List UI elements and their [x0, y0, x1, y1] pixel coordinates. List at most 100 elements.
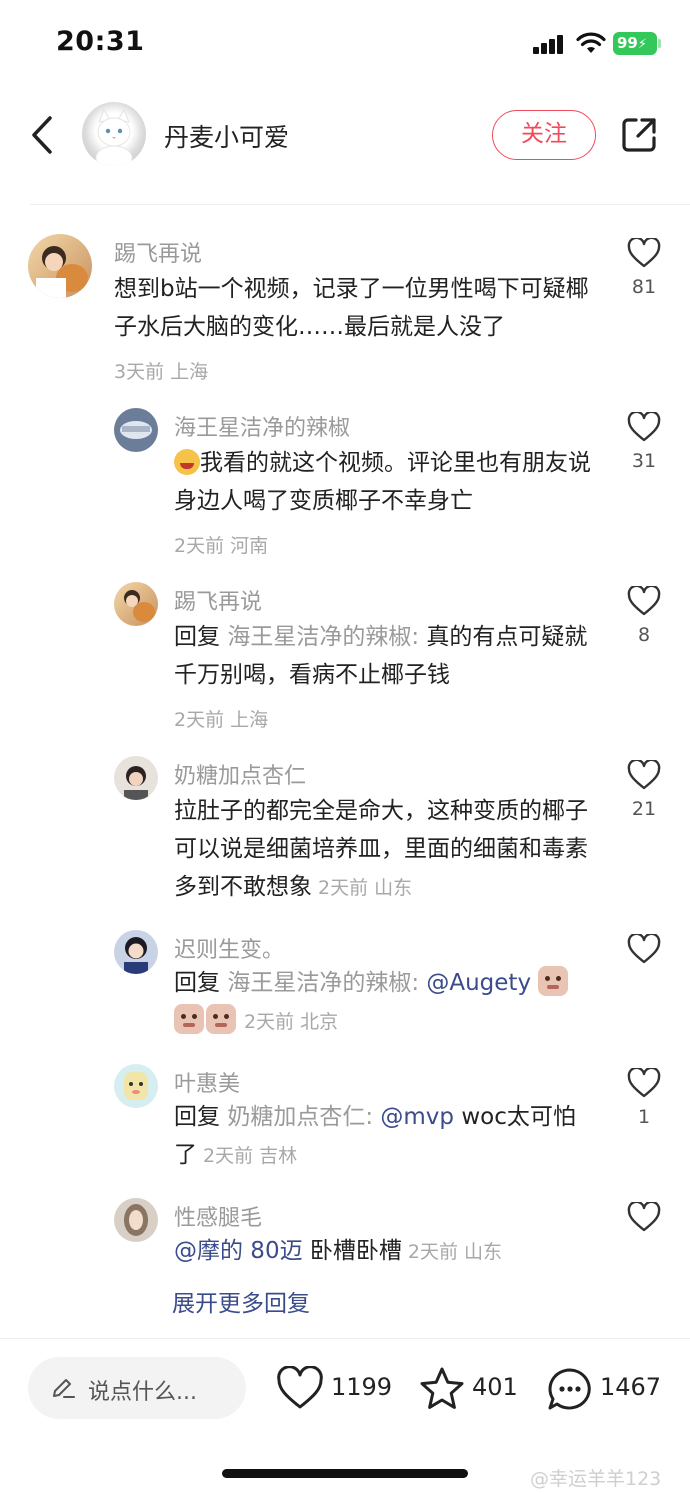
comment-location: 上海	[170, 361, 209, 383]
comment-text[interactable]: @摩的 80迈 卧槽卧槽 2天前 山东	[174, 1232, 594, 1271]
comment-button[interactable]: 1467	[546, 1364, 666, 1414]
comment-like-button[interactable]	[624, 932, 664, 972]
commenter-name[interactable]: 性感腿毛	[174, 1200, 262, 1232]
back-icon[interactable]	[26, 112, 66, 158]
avatar-photo	[124, 1072, 148, 1100]
comment-text[interactable]: 回复 海王星洁净的辣椒: 真的有点可疑就千万别喝，看病不止椰子钱	[174, 618, 594, 694]
comment-meta: 2天前 山东	[318, 877, 412, 899]
post-header: 丹麦小可爱 关注	[0, 92, 690, 182]
cellular-signal-icon	[533, 34, 565, 54]
wifi-icon	[576, 32, 606, 53]
reply-target[interactable]: 奶糖加点杏仁:	[227, 1104, 373, 1130]
comment-meta: 2天前 河南	[174, 531, 268, 558]
reply-item: 奶糖加点杏仁 拉肚子的都完全是命大，这种变质的椰子可以说是细菌培养皿，里面的细菌…	[0, 752, 690, 912]
commenter-avatar[interactable]	[114, 1064, 158, 1108]
avatar-photo	[120, 421, 152, 439]
commenter-avatar[interactable]	[114, 582, 158, 626]
avatar-photo	[124, 1204, 148, 1236]
comment-like-count: 81	[631, 276, 657, 298]
commenter-name[interactable]: 海王星洁净的辣椒	[174, 410, 350, 442]
commenter-avatar[interactable]	[114, 756, 158, 800]
battery-level: 99	[617, 34, 638, 52]
comment-time: 2天前	[203, 1145, 254, 1167]
reply-item: 性感腿毛 @摩的 80迈 卧槽卧槽 2天前 山东	[0, 1194, 690, 1274]
comment-input[interactable]: 说点什么...	[28, 1357, 246, 1419]
reply-label: 回复	[174, 624, 220, 650]
follow-button[interactable]: 关注	[492, 110, 596, 160]
expand-more-replies[interactable]: 展开更多回复	[172, 1284, 310, 1318]
battery-tip	[658, 39, 661, 48]
comment-like-button[interactable]: 8	[624, 584, 664, 646]
home-indicator[interactable]	[222, 1469, 468, 1478]
watermark: @幸运羊羊123	[530, 1468, 662, 1490]
reply-label: 回复	[174, 1104, 220, 1130]
status-bar: 20:31 99⚡	[0, 0, 690, 88]
comment-input-placeholder: 说点什么...	[88, 1380, 197, 1405]
comment-like-button[interactable]: 81	[624, 236, 664, 298]
avatar-photo	[124, 590, 155, 622]
heart-icon	[627, 1066, 661, 1098]
comment-meta: 2天前 上海	[174, 705, 268, 732]
heart-icon	[277, 1366, 323, 1409]
reply-item: 叶惠美 回复 奶糖加点杏仁: @mvp woc太可怕了 2天前 吉林 1	[0, 1060, 690, 1180]
mention-link[interactable]: @Augety	[426, 970, 531, 996]
mention-link[interactable]: @mvp	[380, 1104, 454, 1130]
comment-text[interactable]: 回复 海王星洁净的辣椒: @Augety 2天前 北京	[174, 964, 604, 1041]
comment-like-button[interactable]	[624, 1200, 664, 1240]
commenter-avatar[interactable]	[28, 234, 92, 298]
sticker-emoji-icon	[206, 1004, 236, 1034]
avatar-photo	[124, 766, 148, 800]
bottom-divider	[0, 1338, 690, 1339]
comment-bubble-icon	[548, 1368, 591, 1410]
comment-meta: 3天前 上海	[114, 357, 208, 384]
comment-time: 2天前	[318, 877, 369, 899]
heart-icon	[627, 410, 661, 442]
comment-meta: 2天前 吉林	[203, 1145, 297, 1167]
pencil-icon	[53, 1379, 75, 1398]
comment-item: 踢飞再说 想到b站一个视频，记录了一位男性喝下可疑椰子水后大脑的变化……最后就是…	[0, 230, 690, 390]
comment-time: 2天前	[174, 709, 225, 731]
heart-icon	[627, 758, 661, 790]
commenter-name[interactable]: 迟则生变。	[174, 932, 284, 964]
commenter-name[interactable]: 踢飞再说	[174, 584, 262, 616]
comment-like-count: 21	[631, 798, 657, 820]
commenter-avatar[interactable]	[114, 1198, 158, 1242]
heart-icon	[627, 1200, 661, 1232]
comment-like-button[interactable]: 1	[624, 1066, 664, 1128]
sticker-emoji-icon	[538, 966, 569, 996]
comment-location: 山东	[374, 877, 413, 899]
comment-body: 我看的就这个视频。评论里也有朋友说身边人喝了变质椰子不幸身亡	[174, 450, 591, 514]
commenter-name[interactable]: 奶糖加点杏仁	[174, 758, 306, 790]
commenter-name[interactable]: 踢飞再说	[114, 236, 202, 268]
comment-time: 2天前	[174, 535, 225, 557]
comment-location: 上海	[230, 709, 269, 731]
mention-link[interactable]: @摩的 80迈	[174, 1238, 303, 1264]
author-name[interactable]: 丹麦小可爱	[164, 118, 289, 154]
comment-like-count: 8	[637, 624, 651, 646]
reply-target[interactable]: 海王星洁净的辣椒:	[227, 624, 419, 650]
comment-text[interactable]: 想到b站一个视频，记录了一位男性喝下可疑椰子水后大脑的变化……最后就是人没了	[114, 270, 594, 346]
comment-meta: 2天前 山东	[408, 1241, 502, 1263]
favorite-button[interactable]: 401	[418, 1364, 518, 1414]
commenter-name[interactable]: 叶惠美	[174, 1066, 240, 1098]
comment-time: 2天前	[407, 1241, 458, 1263]
comment-text[interactable]: 我看的就这个视频。评论里也有朋友说身边人喝了变质椰子不幸身亡	[174, 444, 594, 520]
comment-like-button[interactable]: 21	[624, 758, 664, 820]
author-avatar[interactable]	[82, 102, 146, 166]
like-button[interactable]: 1199	[276, 1364, 392, 1414]
comment-location: 北京	[300, 1011, 339, 1033]
reply-target[interactable]: 海王星洁净的辣椒:	[227, 970, 419, 996]
commenter-avatar[interactable]	[114, 930, 158, 974]
comment-text[interactable]: 拉肚子的都完全是命大，这种变质的椰子可以说是细菌培养皿，里面的细菌和毒素多到不敢…	[174, 792, 594, 907]
heart-icon	[627, 932, 661, 964]
commenter-avatar[interactable]	[114, 408, 158, 452]
comment-meta: 2天前 北京	[244, 1011, 338, 1033]
avatar-photo	[124, 937, 148, 974]
comment-like-button[interactable]: 31	[624, 410, 664, 472]
share-icon[interactable]	[620, 116, 658, 154]
status-time: 20:31	[56, 26, 145, 57]
comment-location: 山东	[464, 1241, 503, 1263]
favorite-count: 401	[472, 1373, 518, 1401]
comment-time: 3天前	[114, 361, 165, 383]
comment-text[interactable]: 回复 奶糖加点杏仁: @mvp woc太可怕了 2天前 吉林	[174, 1098, 594, 1175]
